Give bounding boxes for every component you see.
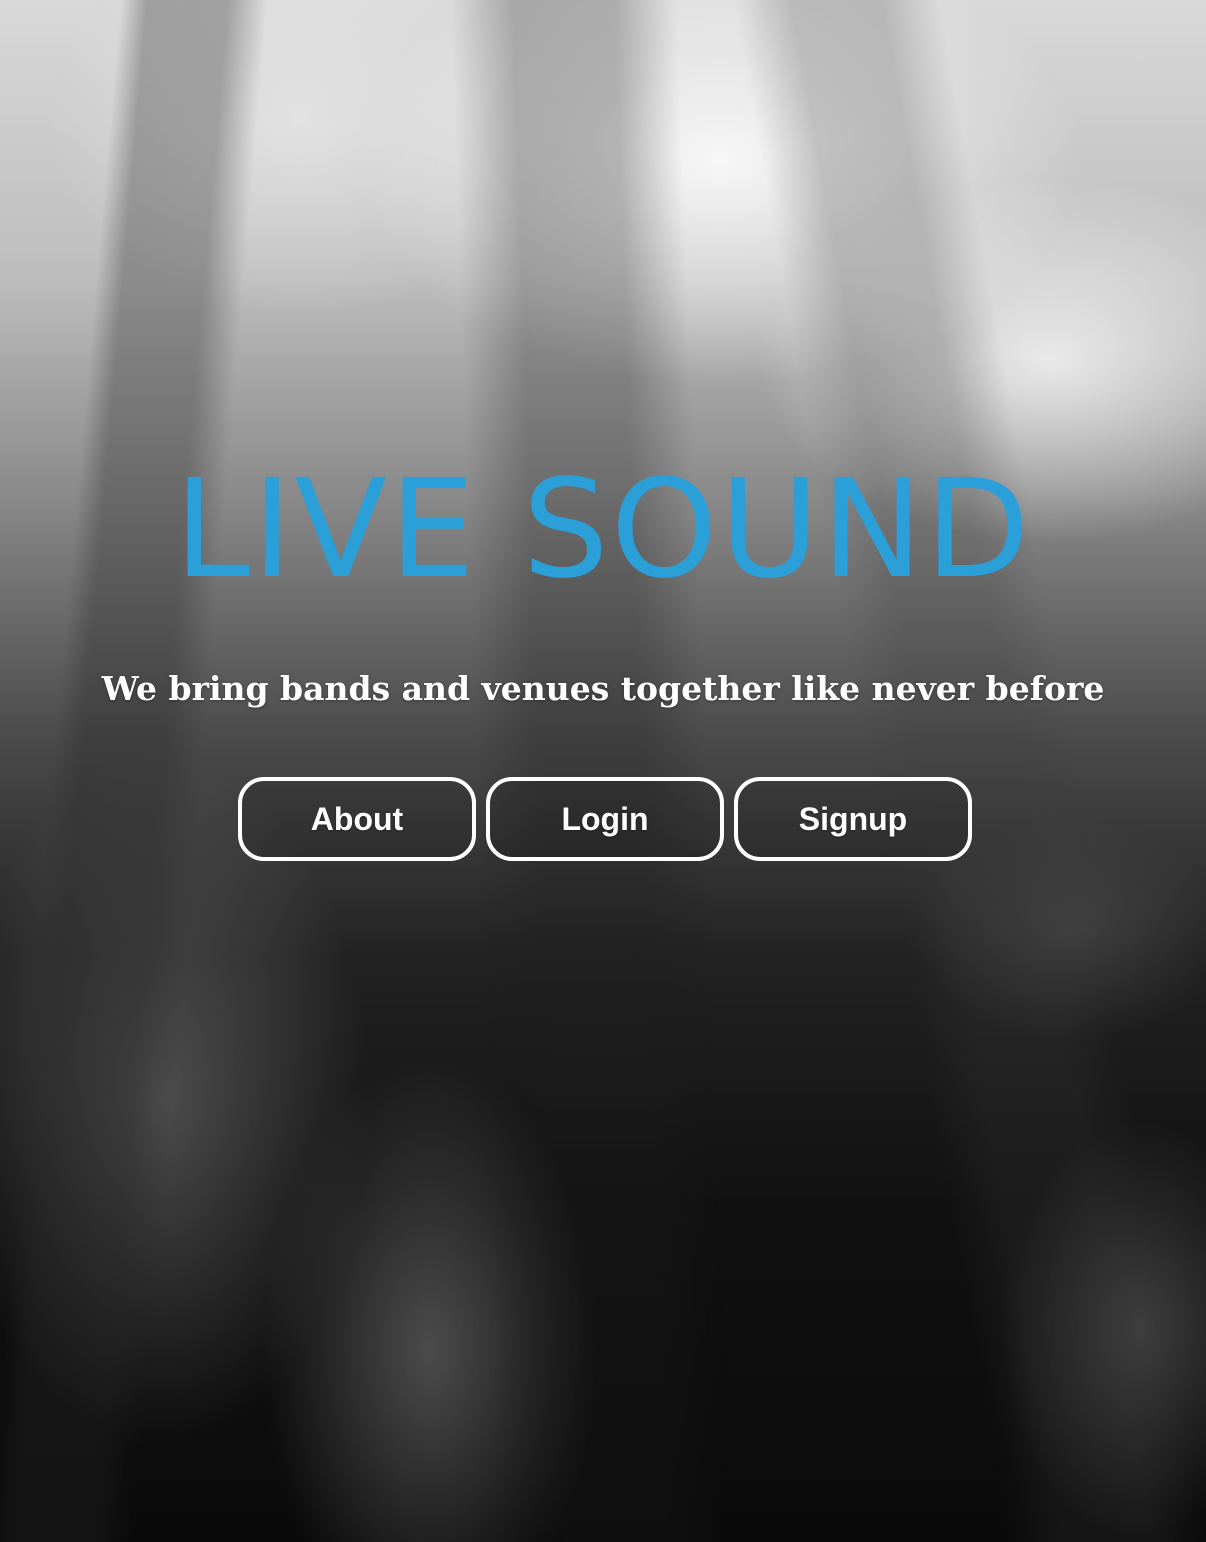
- hero-nav: About Login Signup: [238, 777, 978, 863]
- site-title: LIVE SOUND: [174, 451, 1032, 609]
- signup-button[interactable]: Signup: [734, 777, 972, 861]
- hero-background-photo: LIVE SOUND We bring bands and venues tog…: [0, 0, 1206, 1542]
- login-button[interactable]: Login: [486, 777, 724, 861]
- tagline: We bring bands and venues together like …: [101, 669, 1105, 708]
- about-button[interactable]: About: [238, 777, 476, 861]
- hero-content: LIVE SOUND We bring bands and venues tog…: [0, 0, 1206, 1542]
